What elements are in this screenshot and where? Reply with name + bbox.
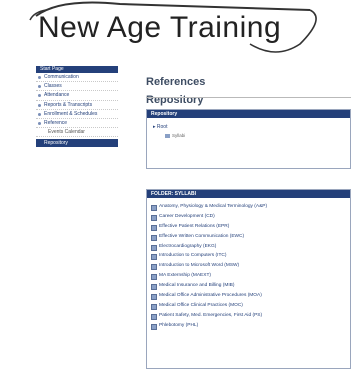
start-page-link[interactable]: Start Page — [36, 66, 118, 73]
document-icon — [151, 274, 157, 281]
site-title: New Age Training — [38, 11, 282, 44]
list-item[interactable]: MA Externship (MAEXT) — [151, 271, 351, 281]
list-item[interactable]: Phlebotomy (PHL) — [151, 321, 351, 331]
sidebar-item-reference[interactable]: Reference — [36, 119, 118, 129]
repository-tree-panel: Repository ▸ Root Syllabi — [146, 109, 351, 169]
sidebar-item-repository[interactable]: Repository — [36, 139, 118, 148]
sidebar-item-attendance[interactable]: Attendance — [36, 91, 118, 101]
sidebar-item-classes[interactable]: Classes — [36, 82, 118, 92]
list-item[interactable]: Medical Office Administrative Procedures… — [151, 291, 351, 301]
list-item[interactable]: Career Development (CD) — [151, 212, 351, 222]
divider — [146, 97, 351, 98]
bullet-icon — [38, 94, 41, 98]
bullet-icon — [38, 121, 41, 125]
bullet-icon — [38, 85, 41, 89]
folder-icon — [165, 133, 170, 138]
tree-root-link[interactable]: ▸ Root — [153, 124, 167, 130]
list-item[interactable]: Introduction to Computers (ITC) — [151, 251, 351, 261]
list-item[interactable]: Effective Patient Relations (EPR) — [151, 222, 351, 232]
document-icon — [151, 313, 157, 320]
document-icon — [151, 244, 157, 251]
sidebar-nav: Communication Classes Attendance Reports… — [36, 73, 118, 148]
bullet-icon — [38, 112, 41, 116]
list-item[interactable]: Medical Office Clinical Practices (MOC) — [151, 301, 351, 311]
document-icon — [151, 214, 157, 221]
tree-folder-syllabi[interactable]: Syllabi — [165, 133, 185, 138]
list-item[interactable]: Effective Written Communication (EWC) — [151, 232, 351, 242]
folder-contents-panel: FOLDER: SYLLABI Anatomy, Physiology & Me… — [146, 189, 351, 369]
bullet-icon — [38, 103, 41, 107]
document-icon — [151, 254, 157, 261]
document-icon — [151, 234, 157, 241]
section-title: Repository — [146, 94, 204, 106]
list-item[interactable]: Medical Insurance and Billing (MIB) — [151, 281, 351, 291]
list-item[interactable]: Introduction to Microsoft Word (MSW) — [151, 261, 351, 271]
document-icon — [151, 264, 157, 271]
site-logo: New Age Training — [0, 0, 351, 60]
sidebar-item-events-calendar[interactable]: Events Calendar — [36, 128, 118, 138]
panel-header: FOLDER: SYLLABI — [147, 190, 350, 198]
list-item[interactable]: Patient Safety, Med. Emergencies, First … — [151, 311, 351, 321]
list-item[interactable]: Anatomy, Physiology & Medical Terminolog… — [151, 202, 351, 212]
document-icon — [151, 284, 157, 291]
document-icon — [151, 303, 157, 310]
sidebar-item-enrollment[interactable]: Enrollment & Schedules — [36, 110, 118, 119]
document-icon — [151, 224, 157, 231]
sidebar-item-communication[interactable]: Communication — [36, 73, 118, 83]
document-icon — [151, 205, 157, 211]
panel-header: Repository — [147, 110, 350, 118]
document-icon — [151, 323, 157, 330]
document-icon — [151, 294, 157, 301]
bullet-icon — [38, 76, 41, 79]
page-title: References — [146, 76, 206, 88]
sidebar-item-reports[interactable]: Reports & Transcripts — [36, 101, 118, 110]
list-item[interactable]: Electrocardiography (EKG) — [151, 242, 351, 252]
file-list: Anatomy, Physiology & Medical Terminolog… — [151, 202, 351, 331]
